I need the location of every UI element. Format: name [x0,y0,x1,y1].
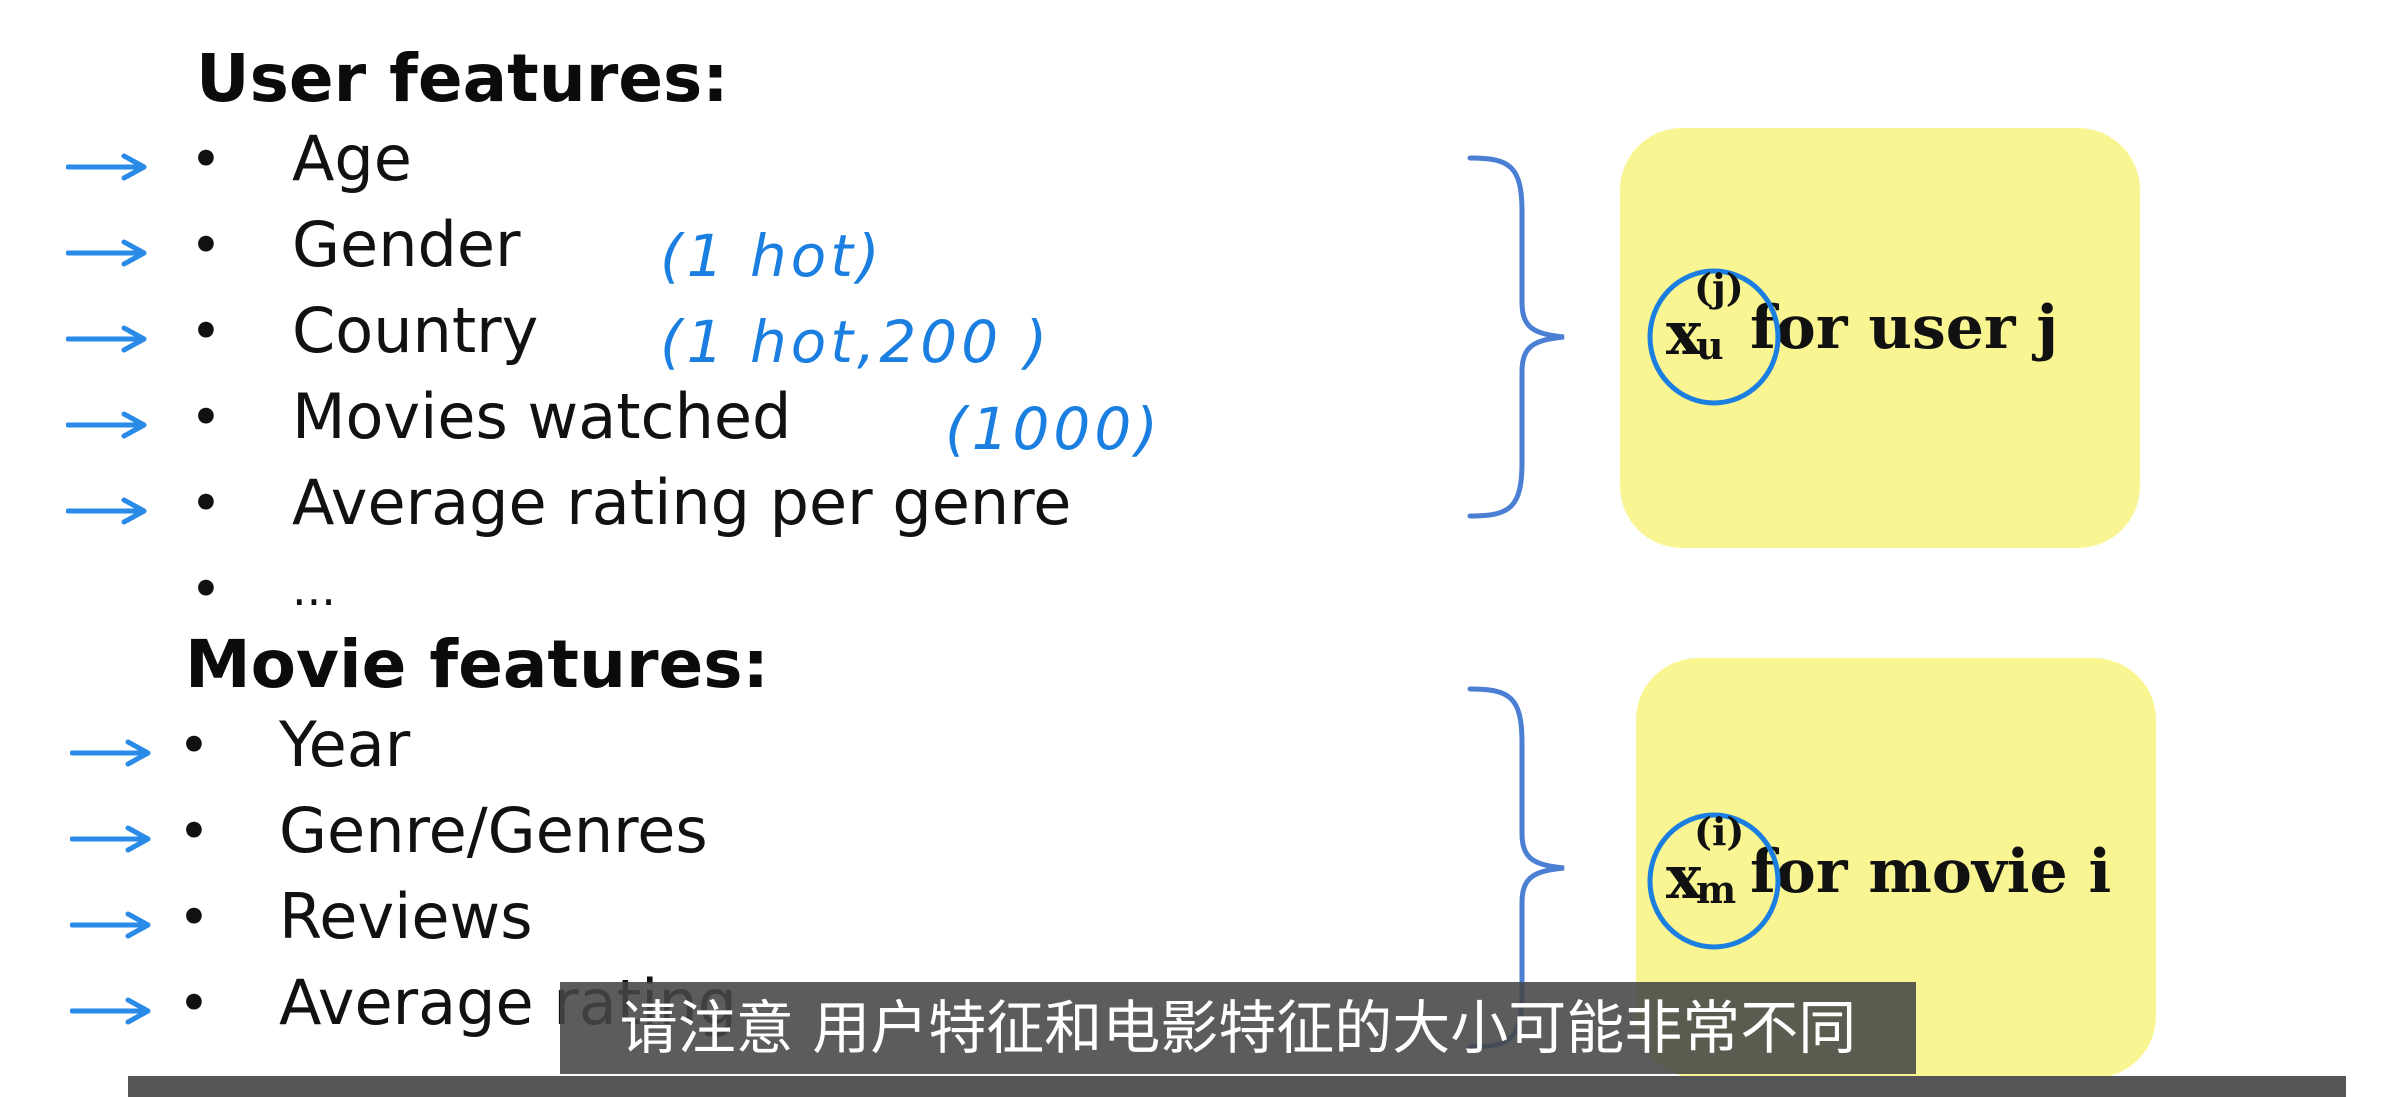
arrow-right-icon [66,239,147,267]
arrow-right-icon [70,997,151,1025]
list-item: • Year [0,708,1300,794]
list-item: • Reviews [0,880,1300,966]
arrow-right-icon [66,325,147,353]
list-item-label: Gender [292,208,521,281]
list-item: • Gender [0,208,1300,294]
arrow-right-icon [70,825,151,853]
bullet-icon: • [178,972,210,1035]
right-brace-icon [1467,155,1565,519]
list-item-label: Age [292,122,412,195]
arrow-right-icon [66,411,147,439]
movie-features-heading: Movie features: [185,626,769,703]
gender-annotation: (1 hot) [660,222,884,290]
arrow-right-icon [66,153,147,181]
slide: User features: • Age • Gender • Country … [0,0,2400,1097]
list-item-label: Movies watched [292,380,792,453]
arrow-right-icon [70,911,151,939]
list-item: • Age [0,122,1300,208]
arrow-right-icon [66,497,147,525]
bullet-icon: • [190,300,222,363]
movie-vector-label: x (i) m for movie i [1647,809,2111,949]
list-item: • Genre/Genres [0,794,1300,880]
bullet-icon: • [190,214,222,277]
list-item-label: Country [292,294,539,367]
bullet-icon: • [190,386,222,449]
list-item-label: Reviews [279,880,533,953]
user-vector-symbol: x (j) u [1647,265,1781,405]
bullet-icon: • [178,714,210,777]
bullet-icon: • [190,558,222,621]
bullet-icon: • [190,128,222,191]
arrow-right-icon [70,739,151,767]
list-item-label: Genre/Genres [279,794,708,867]
list-item-label: Average rating per genre [292,466,1072,539]
bullet-icon: • [190,472,222,535]
movie-vector-symbol: x (i) m [1647,809,1781,949]
cropped-title-strip [430,0,2130,8]
list-item: • Country [0,294,1300,380]
movies-watched-annotation: (1000) [945,395,1162,463]
country-annotation: (1 hot,200 ) [660,308,1052,376]
user-vector-label: x (j) u for user j [1647,265,2058,405]
user-features-heading: User features: [196,40,729,117]
list-item-label: ... [292,562,336,616]
user-features-list: • Age • Gender • Country • Movies watche… [0,122,1300,638]
bullet-icon: • [178,886,210,949]
video-progress-bar[interactable] [128,1076,2346,1097]
list-item: • Average rating per genre [0,466,1300,552]
bullet-icon: • [178,800,210,863]
list-item-label: Year [279,708,411,781]
video-subtitle: 请注意 用户特征和电影特征的大小可能非常不同 [560,982,1916,1074]
